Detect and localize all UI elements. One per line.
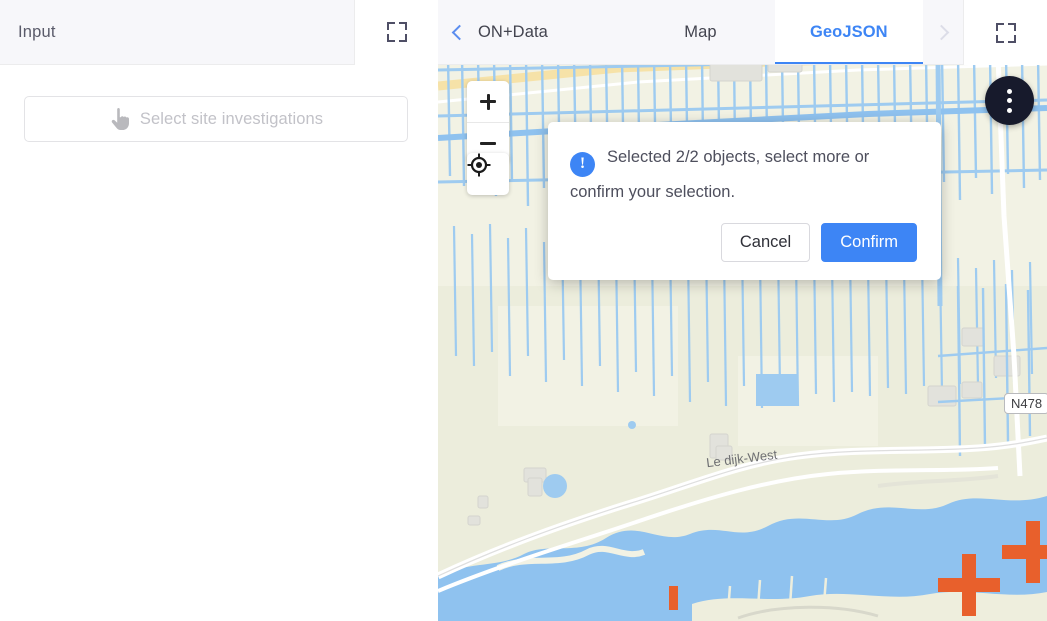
tab-label: GeoJSON — [809, 22, 888, 41]
touch-pointer-icon — [111, 108, 129, 130]
site-marker-orange-1[interactable] — [938, 554, 1000, 616]
tab-geojson[interactable]: GeoJSON — [774, 0, 923, 64]
map-zoom-in-button[interactable] — [467, 81, 509, 122]
select-site-investigations-button[interactable]: Select site investigations — [24, 96, 408, 142]
road-shield-label: N478 — [1004, 393, 1047, 414]
select-site-investigations-label: Select site investigations — [139, 109, 324, 128]
dialog-message: Selected 2/2 objects, select more or con… — [570, 148, 870, 201]
site-marker-orange-2[interactable] — [1002, 521, 1047, 583]
more-vertical-icon-dot — [1007, 88, 1012, 94]
tab-geojson-plus-data[interactable]: ON+Data — [478, 0, 627, 64]
map-more-options-button[interactable] — [985, 76, 1034, 125]
tab-label: ON+Data — [478, 22, 548, 41]
chevron-left-icon — [451, 24, 468, 40]
more-vertical-icon-dot — [1007, 107, 1012, 113]
fullscreen-expand-icon — [386, 22, 407, 42]
tab-map[interactable]: Map — [626, 0, 775, 64]
map-zoom-controls — [467, 81, 509, 163]
tab-scroll-left-button[interactable] — [438, 0, 478, 64]
info-exclamation-icon: ! — [570, 151, 595, 177]
dialog-message-row: ! Selected 2/2 objects, select more or co… — [570, 142, 917, 207]
left-panel-header: Input — [0, 0, 438, 65]
minus-icon — [480, 141, 496, 145]
map-canvas[interactable]: Le dijk-West N478 ! Selected 2/2 objects… — [438, 56, 1047, 621]
more-vertical-icon-dot — [1007, 98, 1012, 103]
app-root: Input Select site investigations ON+Data… — [0, 0, 1047, 621]
right-map-panel: ON+Data Map GeoJSON Le dijk-West N478 ! … — [438, 0, 1047, 621]
tab-list: ON+Data Map GeoJSON — [478, 0, 923, 64]
left-panel-body: Select site investigations — [0, 65, 438, 142]
tab-scroll-right-button[interactable] — [923, 0, 963, 64]
crosshair-locate-icon — [467, 153, 491, 177]
fullscreen-expand-icon — [995, 22, 1016, 43]
left-input-panel: Input Select site investigations — [0, 0, 438, 621]
left-panel-expand-button[interactable] — [354, 0, 438, 65]
tab-label: Map — [684, 22, 717, 41]
dialog-actions: Cancel Confirm — [570, 222, 917, 263]
cancel-button[interactable]: Cancel — [720, 222, 811, 263]
tab-bar: ON+Data Map GeoJSON — [438, 0, 1047, 65]
plus-icon-vertical — [486, 93, 490, 110]
selection-confirm-dialog: ! Selected 2/2 objects, select more or co… — [548, 122, 941, 281]
page-title: Input — [18, 22, 56, 41]
map-panel-expand-button[interactable] — [963, 0, 1047, 65]
map-locate-control — [467, 153, 509, 195]
confirm-button[interactable]: Confirm — [821, 222, 917, 263]
map-locate-button[interactable] — [467, 153, 509, 195]
chevron-right-icon — [933, 24, 950, 40]
